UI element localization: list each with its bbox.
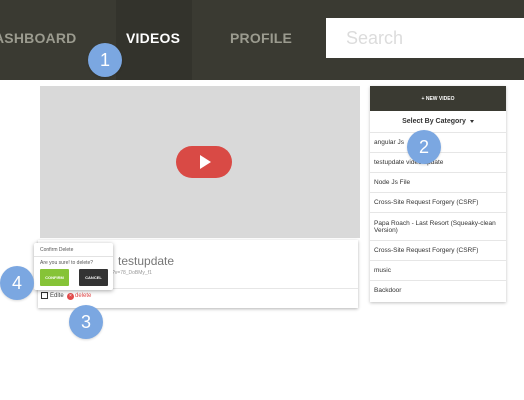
annotation-badge-2: 2 [407,130,441,164]
category-item[interactable]: Cross-Site Request Forgery (CSRF) [370,192,506,212]
select-category-label: Select By Category [402,117,466,125]
search-input[interactable] [326,18,524,58]
delete-icon[interactable]: × [67,293,74,300]
delete-link[interactable]: delete [75,293,91,299]
annotation-badge-3: 3 [69,305,103,339]
caret-down-icon [469,119,474,123]
nav-profile[interactable]: PROFILE [230,30,292,46]
annotation-badge-4: 4 [0,266,34,300]
video-title: testupdate [118,254,175,268]
category-item[interactable]: music [370,260,506,280]
nav-videos[interactable]: VIDEOS [126,30,180,46]
confirm-divider [34,256,113,257]
nav-dashboard[interactable]: ASHBOARD [0,30,77,46]
category-item[interactable]: Cross-Site Request Forgery (CSRF) [370,240,506,260]
cancel-button[interactable]: CANCEL [79,269,108,286]
play-icon[interactable] [176,146,232,178]
annotation-badge-1: 1 [88,43,122,77]
video-url: ?v=78_DoBMy_f1 [112,270,152,276]
category-item[interactable]: Node Js File [370,172,506,192]
confirm-title: Confirm Delete [40,247,74,253]
category-item[interactable]: Backdoor [370,280,506,300]
edit-icon[interactable] [41,292,48,299]
select-category-dropdown[interactable]: Select By Category [370,113,506,129]
new-video-button[interactable]: + NEW VIDEO [370,86,506,111]
confirm-question: Are you sure! to delete? [40,260,94,266]
category-item[interactable]: Papa Roach - Last Resort (Squeaky-clean … [370,212,506,240]
confirm-button[interactable]: CONFIRM [40,269,69,286]
edit-link[interactable]: Edite [50,293,64,299]
